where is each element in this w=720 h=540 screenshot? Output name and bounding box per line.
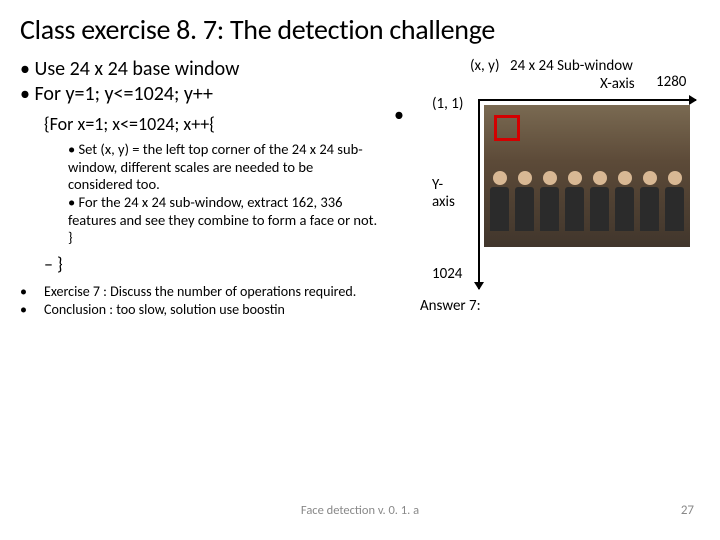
- footer-text: Face detection v. 0. 1. a: [0, 503, 720, 518]
- person-shape: [640, 171, 659, 237]
- bullet-base-window: Use 24 x 24 base window: [20, 57, 380, 82]
- for-x-line: {For x=1; x<=1024; x++{: [44, 113, 380, 135]
- x-axis-arrow-icon: [478, 99, 696, 101]
- main-bullets: Use 24 x 24 base window For y=1; y<=1024…: [20, 57, 380, 107]
- right-column: (x, y) 24 x 24 Sub-window X-axis 1280 (1…: [380, 57, 700, 357]
- conclusion-text: Conclusion : too slow, solution use boos…: [20, 301, 380, 319]
- inner-set-xy: Set (x, y) = the left top corner of the …: [68, 141, 380, 194]
- stray-bullet-icon: •: [394, 103, 404, 127]
- inner-bullets: Set (x, y) = the left top corner of the …: [68, 141, 380, 247]
- label-y-axis: Y- axis: [432, 177, 455, 210]
- photo-placeholder: [484, 105, 690, 247]
- label-x-axis: X-axis: [600, 75, 635, 93]
- person-shape: [490, 171, 509, 237]
- answer-label: Answer 7:: [420, 297, 481, 315]
- diagram-wrap: (x, y) 24 x 24 Sub-window X-axis 1280 (1…: [380, 57, 700, 357]
- slide-container: Class exercise 8. 7: The detection chall…: [0, 0, 720, 540]
- label-xy: (x, y): [470, 57, 500, 75]
- person-shape: [665, 171, 684, 237]
- slide-title: Class exercise 8. 7: The detection chall…: [20, 12, 700, 47]
- y-axis-arrow-icon: [478, 99, 480, 289]
- detection-window-icon: [494, 115, 520, 141]
- bullet-for-y: For y=1; y<=1024; y++: [20, 82, 380, 107]
- axes-diagram: [478, 99, 696, 289]
- inner-extract: For the 24 x 24 sub-window, extract 162,…: [68, 194, 380, 247]
- label-1280: 1280: [656, 73, 686, 91]
- exercise-7-text: Exercise 7 : Discuss the number of opera…: [20, 283, 380, 301]
- people-row: [490, 167, 684, 237]
- person-shape: [590, 171, 609, 237]
- label-1024: 1024: [432, 265, 462, 283]
- page-number: 27: [681, 503, 694, 518]
- person-shape: [540, 171, 559, 237]
- label-subwindow: 24 x 24 Sub-window: [510, 57, 633, 75]
- content-row: Use 24 x 24 base window For y=1; y<=1024…: [20, 57, 700, 357]
- dash-close: – }: [44, 253, 380, 275]
- person-shape: [615, 171, 634, 237]
- exercise-bullets: Exercise 7 : Discuss the number of opera…: [20, 283, 380, 319]
- person-shape: [515, 171, 534, 237]
- label-origin: (1, 1): [432, 95, 463, 113]
- left-column: Use 24 x 24 base window For y=1; y<=1024…: [20, 57, 380, 357]
- person-shape: [565, 171, 584, 237]
